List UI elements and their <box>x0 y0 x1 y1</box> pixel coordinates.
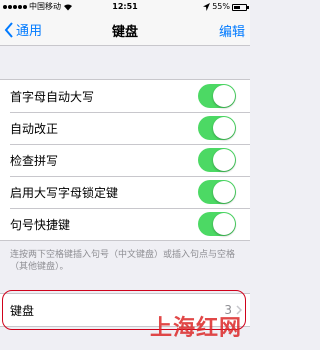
setting-label: 启用大写字母锁定键 <box>10 185 119 200</box>
setting-label: 句号快捷键 <box>10 217 71 232</box>
auto-correction-toggle[interactable] <box>198 116 236 140</box>
setting-row-auto-capitalization: 首字母自动大写 <box>0 80 250 112</box>
location-icon <box>203 3 211 11</box>
check-spelling-toggle[interactable] <box>198 148 236 172</box>
footer-note: 连按两下空格键插入句号（中文键盘）或插入句点与空格（其他键盘）。 <box>10 250 236 272</box>
battery-fill <box>234 5 241 9</box>
battery-percent: 55% <box>212 2 230 11</box>
battery-icon <box>232 3 249 11</box>
setting-row-caps-lock: 启用大写字母锁定键 <box>0 176 250 208</box>
navigation-bar: 通用 键盘 编辑 <box>0 14 250 46</box>
status-right: 55% <box>203 0 249 14</box>
watermark-logo: 上海红网 <box>149 316 242 341</box>
page-title: 键盘 <box>111 25 138 40</box>
settings-group: 首字母自动大写 自动改正 检查拼写 启用大写字母锁定键 句号快捷键 <box>0 79 250 241</box>
auto-capitalization-toggle[interactable] <box>198 84 236 108</box>
setting-row-auto-correction: 自动改正 <box>0 112 250 144</box>
setting-label: 检查拼写 <box>10 153 59 168</box>
setting-label: 自动改正 <box>10 121 59 136</box>
period-shortcut-toggle[interactable] <box>198 212 236 236</box>
edit-button[interactable]: 编辑 <box>219 21 245 40</box>
setting-row-check-spelling: 检查拼写 <box>0 144 250 176</box>
caps-lock-toggle[interactable] <box>198 180 236 204</box>
status-bar: 中国移动 12:51 55% <box>0 0 250 14</box>
keyboards-label: 键盘 <box>10 303 35 318</box>
setting-row-period-shortcut: 句号快捷键 <box>0 208 250 240</box>
setting-label: 首字母自动大写 <box>10 89 95 104</box>
